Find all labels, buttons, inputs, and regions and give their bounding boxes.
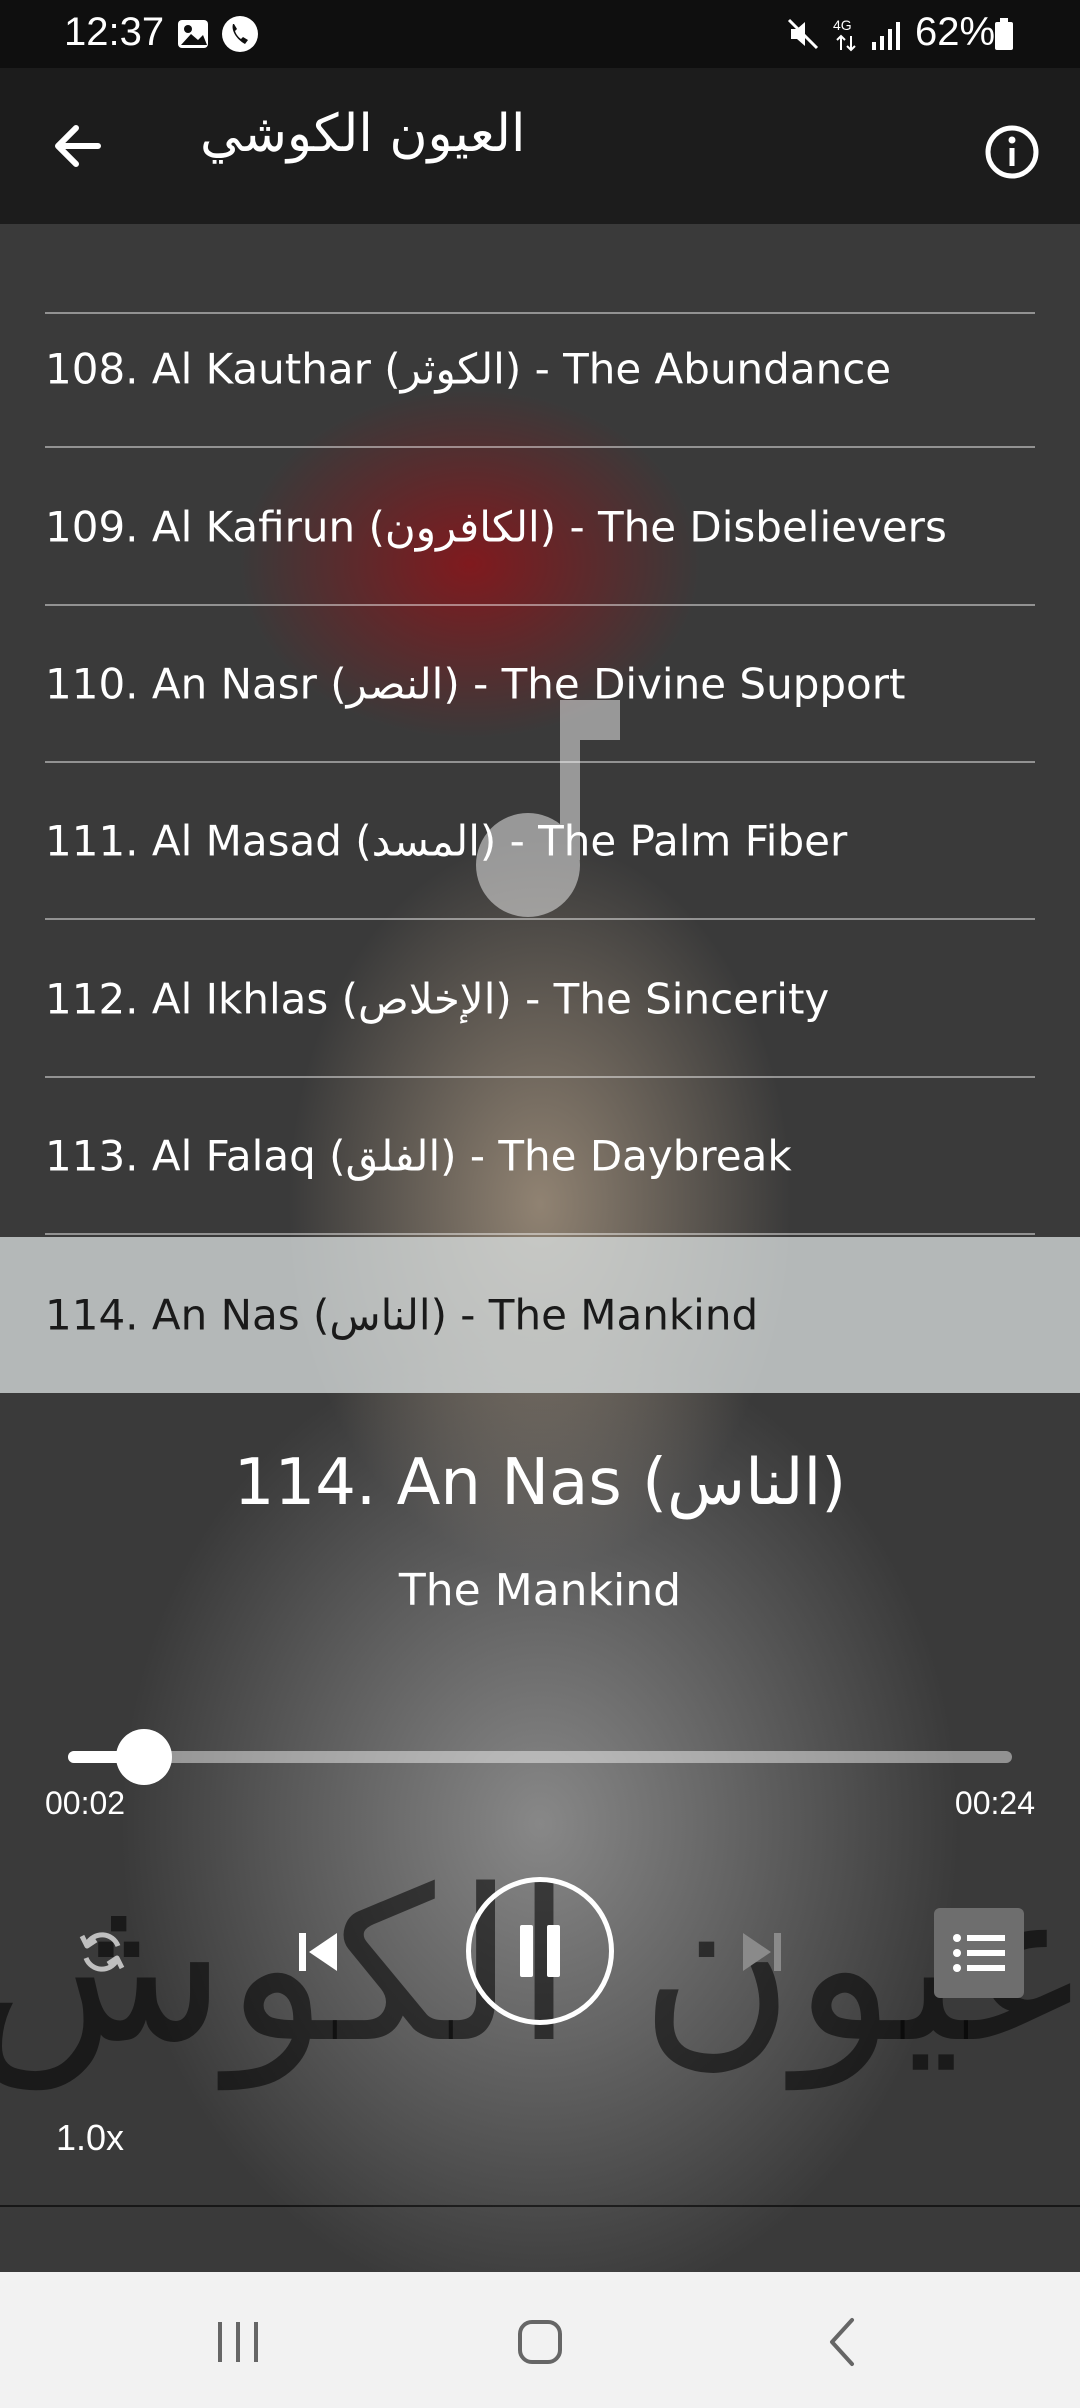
pause-icon [520,1925,560,1977]
page-title: العيون الكوشي [200,104,526,164]
skip-previous-icon [299,1933,337,1971]
phone-call-icon [222,16,258,52]
divider [0,2205,1080,2207]
playlist-icon [953,1934,1005,1972]
previous-button[interactable] [278,1912,358,1992]
status-bar: 12:37 4G 62% [0,0,1080,68]
duration-time: 00:24 [954,1785,1035,1821]
system-nav-bar [0,2272,1080,2408]
next-button[interactable] [722,1912,802,1992]
network-4g-icon: 4G [833,17,856,52]
info-icon[interactable] [972,112,1052,192]
seek-thumb[interactable] [115,1729,172,1785]
recent-apps-icon[interactable] [198,2302,278,2382]
playlist-button[interactable] [934,1908,1024,1998]
status-time: 12:37 [64,10,165,54]
app-bar: العيون الكوشي [0,68,1080,224]
battery-icon [995,18,1013,50]
play-pause-button[interactable] [466,1877,614,2025]
list-item[interactable]: 111. Al Masad (المسد) - The Palm Fiber [45,764,1035,920]
skip-next-icon [743,1933,781,1971]
gallery-icon [178,20,208,48]
list-item[interactable]: 108. Al Kauthar (الكوثر) - The Abundance [45,292,1035,448]
back-nav-icon[interactable] [804,2302,884,2382]
battery-percent: 62% [915,10,996,54]
list-item[interactable]: 109. Al Kafirun (الكافرون) - The Disbeli… [45,450,1035,606]
list-item[interactable]: 113. Al Falaq (الفلق) - The Daybreak [45,1079,1035,1235]
list-item[interactable]: 112. Al Ikhlas (الإخلاص) - The Sincerity [45,922,1035,1078]
now-playing-title: 114. An Nas (الناس) [233,1446,847,1520]
playback-speed[interactable]: 1.0x [56,2117,124,2159]
list-item[interactable]: 110. An Nasr (النصر) - The Divine Suppor… [45,607,1035,763]
seek-bar[interactable] [68,1729,1012,1785]
repeat-button[interactable] [62,1912,142,1992]
signal-icon [872,22,900,50]
repeat-icon [79,1932,125,1972]
list-item-selected[interactable]: 114. An Nas (الناس) - The Mankind [0,1237,1080,1393]
track-list[interactable]: 108. Al Kauthar (الكوثر) - The Abundance… [0,224,1080,1394]
mute-icon [787,18,819,50]
back-arrow-icon[interactable] [40,108,116,184]
home-icon[interactable] [500,2302,580,2382]
svg-text:4G: 4G [833,17,852,33]
now-playing-subtitle: The Mankind [398,1565,682,1616]
current-time: 00:02 [45,1785,126,1821]
